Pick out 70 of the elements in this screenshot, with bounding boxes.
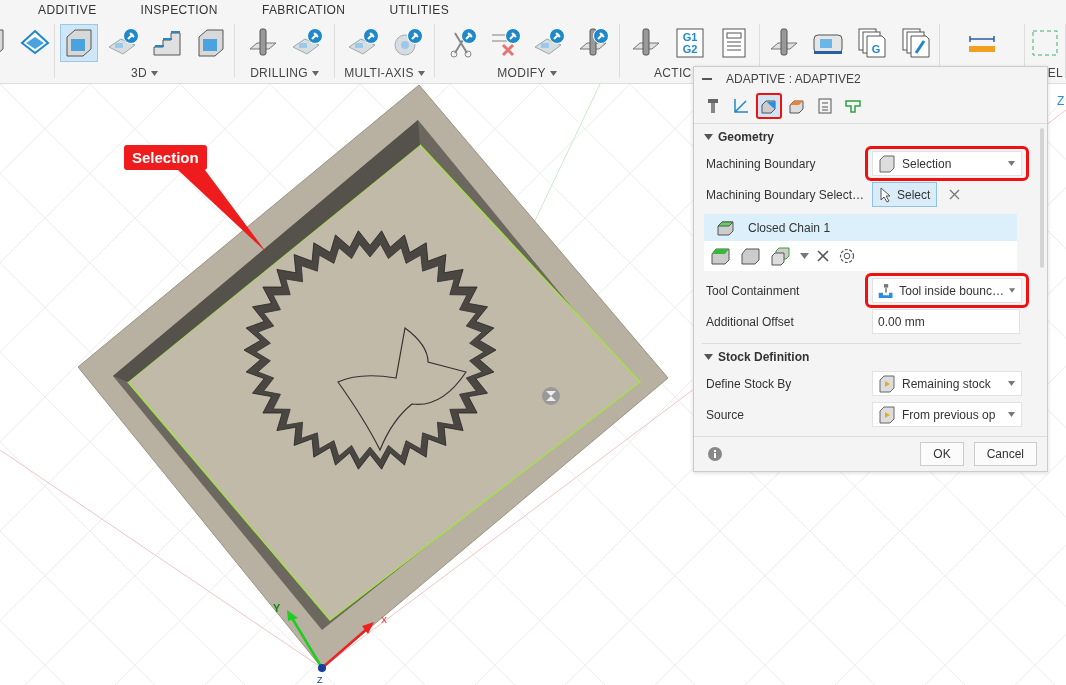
minus-icon (702, 78, 712, 80)
group-menu[interactable]: DRILLING (248, 66, 321, 78)
tool-plugin-icon (577, 27, 609, 59)
field-label: Source (706, 407, 746, 422)
caret-icon (549, 70, 557, 76)
pivot-marker-icon[interactable] (542, 387, 560, 405)
input-field[interactable]: 0.00 mm (872, 309, 1020, 334)
cube-icon[interactable] (740, 246, 762, 266)
stock-cube-icon (788, 97, 806, 115)
ribbon-tab[interactable]: INSPECTION (140, 3, 218, 17)
axis-label: Z (317, 675, 323, 685)
dropdown[interactable]: Selection (872, 151, 1022, 176)
selection-list-item[interactable]: Closed Chain 1 (704, 214, 1017, 241)
geometry-cube-tab[interactable] (756, 93, 782, 119)
field-label: Machining Boundary Select… (706, 187, 866, 202)
pocket-block-button[interactable] (59, 24, 98, 62)
caret-icon (417, 70, 425, 76)
dropdown[interactable]: From previous op (872, 402, 1022, 427)
chain-cube-icon (716, 218, 736, 237)
axis-label: Y (273, 602, 281, 614)
close-icon[interactable] (949, 189, 961, 200)
caret-icon (1008, 288, 1015, 293)
caret-icon (1008, 161, 1015, 166)
ribbon-tab[interactable]: FABRICATION (261, 3, 346, 17)
scrollbar[interactable] (1040, 128, 1044, 268)
face-cube-icon[interactable] (710, 246, 732, 266)
ribbon-tab[interactable]: ADDITIVE (38, 3, 97, 17)
caret-icon[interactable] (800, 253, 809, 259)
section-header[interactable]: Stock Definition (702, 344, 812, 368)
settings-icon[interactable] (837, 246, 857, 266)
dialog-title: ADAPTIVE : ADAPTIVE2 (726, 72, 861, 86)
group-menu[interactable]: 3D (129, 66, 160, 78)
stock-icon (877, 373, 897, 394)
boundary-cube-icon (877, 153, 897, 174)
caret-icon (311, 70, 319, 76)
cancel-button[interactable]: Cancel (973, 442, 1037, 466)
caret-icon (1008, 381, 1015, 386)
field-label: Machining Boundary (706, 156, 817, 171)
section-header[interactable]: Geometry (702, 124, 777, 148)
stacked-cubes-icon[interactable] (770, 246, 792, 266)
heights-icon (816, 97, 834, 115)
close-icon[interactable] (817, 250, 829, 262)
field-label: Define Stock By (706, 376, 793, 391)
delete-plugin-icon (489, 27, 521, 59)
axes-icon (732, 97, 750, 115)
select-button[interactable]: Select (872, 182, 938, 207)
ribbon-tab[interactable]: UTILITIES (389, 3, 450, 17)
group-menu[interactable]: MULTI-AXIS (342, 66, 427, 78)
source-icon (877, 404, 897, 425)
caret-icon (1008, 412, 1015, 417)
field-label: Tool Containment (706, 283, 801, 298)
dropdown[interactable]: Remaining stock (872, 371, 1022, 396)
linking-icon (844, 97, 862, 115)
callout-label: Selection (124, 145, 207, 170)
expand-triangle-icon (704, 133, 713, 141)
field-label: Additional Offset (706, 314, 795, 329)
group-menu[interactable]: EL (1047, 66, 1065, 78)
group-menu[interactable]: MODIFY (495, 66, 559, 78)
clip-file-stack-icon (899, 27, 932, 59)
chain-label: Closed Chain 1 (748, 220, 831, 235)
geometry-cube-icon (760, 97, 778, 115)
expand-triangle-icon (704, 353, 713, 361)
pointer-icon (879, 186, 893, 203)
group-menu[interactable]: ACTIC (652, 66, 694, 78)
ok-button[interactable]: OK (920, 442, 964, 466)
dashed-box-icon (1029, 27, 1061, 59)
axis-label: X (381, 615, 387, 625)
info-icon[interactable] (708, 447, 722, 461)
caret-icon (150, 70, 158, 76)
dropdown[interactable]: Tool inside bounc… (872, 278, 1022, 303)
